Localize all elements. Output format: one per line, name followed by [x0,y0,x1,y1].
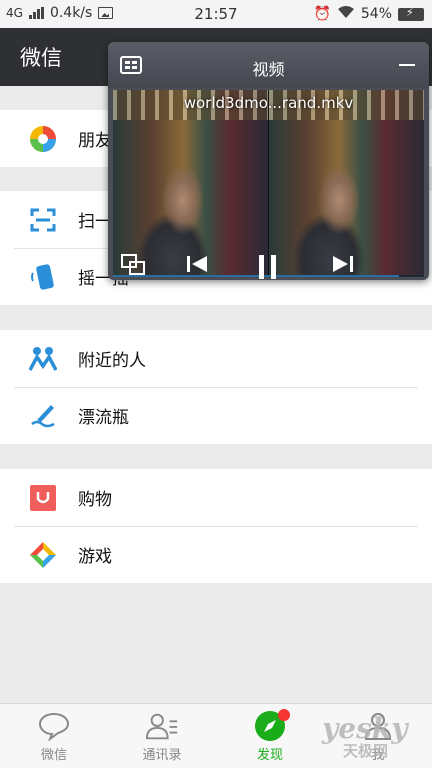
drift-bottle-item[interactable]: 漂流瓶 [0,387,432,444]
games-item[interactable]: 游戏 [0,526,432,583]
status-bar: 4G 0.4k/s 21:57 ⏰ 54% [0,0,432,28]
shake-icon [28,262,58,292]
watermark-sub: 天极网 [343,742,389,760]
battery-percent: 54% [360,6,392,22]
tab-contacts[interactable]: 通讯录 [108,704,216,768]
new-badge [278,709,290,721]
wifi-icon [337,5,355,23]
shopping-icon [28,483,58,513]
games-label: 游戏 [78,547,112,567]
video-left-eye [113,90,268,276]
games-icon [28,540,58,570]
video-window-header[interactable]: 视频 [108,42,429,88]
nearby-people-icon [28,344,58,374]
moments-icon [28,124,58,154]
discover-group-4: 购物 游戏 [0,469,432,583]
shopping-label: 购物 [78,490,112,510]
contacts-icon [145,711,179,741]
pause-icon[interactable] [256,254,280,280]
minimize-icon[interactable] [399,64,415,66]
battery-icon [398,6,424,21]
video-file-name: world3dmo...rand.mkv [183,94,354,112]
scan-icon [28,205,58,235]
next-icon[interactable] [332,254,354,279]
pip-toggle-icon[interactable] [121,254,145,280]
chat-bubble-icon [37,711,71,741]
nearby-people-item[interactable]: 附近的人 [0,330,432,387]
shopping-item[interactable]: 购物 [0,469,432,526]
drift-bottle-icon [28,401,58,431]
tab-discover-label: 发现 [256,748,283,763]
tab-chats-label: 微信 [40,748,67,763]
previous-icon[interactable] [186,254,208,279]
video-window-title: 视频 [252,60,285,79]
page-title: 微信 [20,46,62,70]
discover-group-3: 附近的人 漂流瓶 [0,330,432,444]
drift-bottle-label: 漂流瓶 [78,408,129,428]
tab-contacts-label: 通讯录 [142,748,182,763]
alarm-icon: ⏰ [313,6,331,22]
video-right-eye [269,90,424,276]
tab-discover[interactable]: 发现 [216,704,324,768]
tab-chats[interactable]: 微信 [0,704,108,768]
video-frame[interactable] [113,90,424,276]
nearby-people-label: 附近的人 [78,351,146,371]
floating-video-window[interactable]: 视频 world3dmo...rand.mkv [108,42,429,280]
